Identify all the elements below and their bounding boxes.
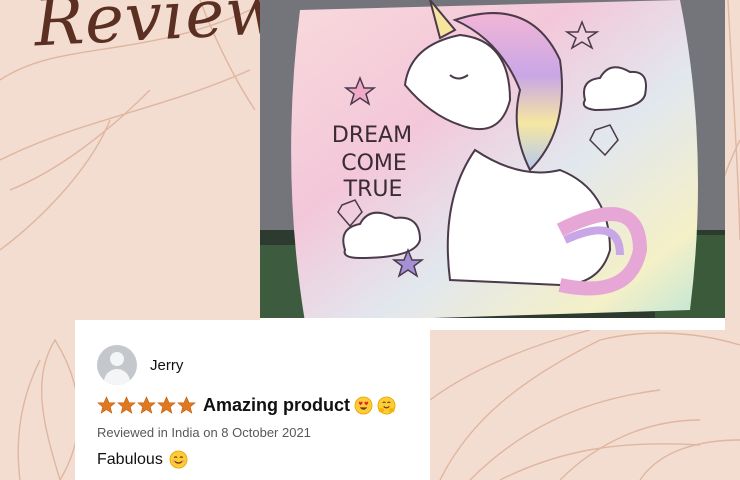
hugging-face-emoji-icon xyxy=(377,396,396,415)
star-icon xyxy=(137,396,156,414)
review-headline[interactable]: Amazing product xyxy=(203,395,350,416)
pillow-text-line-3: TRUE xyxy=(343,177,403,202)
star-rating[interactable] xyxy=(97,396,197,415)
reviewer-profile[interactable]: Jerry xyxy=(97,345,183,385)
star-icon xyxy=(97,396,116,414)
review-body-text: Fabulous xyxy=(97,450,163,468)
star-icon xyxy=(157,396,176,414)
pillow-text-line-1: DREAM xyxy=(332,123,412,148)
smiling-face-emoji-icon xyxy=(169,450,188,469)
review-rating-row: Amazing product xyxy=(97,395,396,416)
star-icon xyxy=(177,396,196,414)
unicorn-pillow-image: DREAM COME TRUE xyxy=(260,0,725,330)
avatar xyxy=(97,345,137,385)
star-icon xyxy=(117,396,136,414)
review-card: Jerry Amazing product Reviewed in India … xyxy=(75,320,430,480)
review-date: Reviewed in India on 8 October 2021 xyxy=(97,425,311,440)
heart-eyes-emoji-icon xyxy=(354,396,373,415)
pillow-text-line-2: COME xyxy=(341,151,407,176)
reviewer-name: Jerry xyxy=(150,356,184,374)
review-body: Fabulous xyxy=(97,450,188,469)
product-photo: DREAM COME TRUE xyxy=(260,0,725,330)
